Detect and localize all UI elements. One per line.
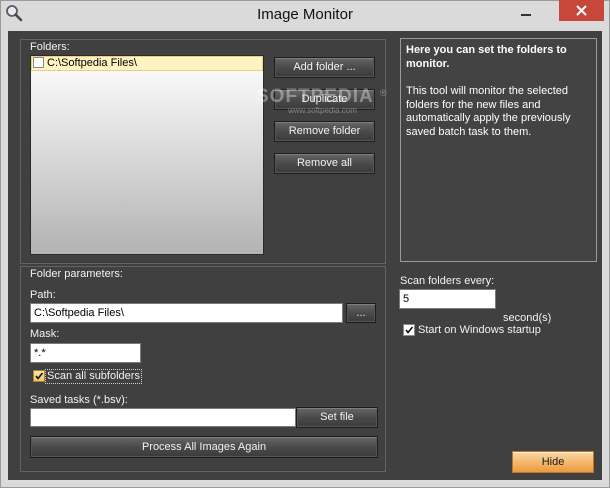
path-label: Path: xyxy=(30,289,56,301)
browse-button[interactable]: ... xyxy=(346,303,376,323)
folder-parameters-label: Folder parameters: xyxy=(30,268,123,280)
startup-checkbox[interactable] xyxy=(403,324,415,336)
help-panel: Here you can set the folders to monitor.… xyxy=(400,38,597,262)
add-folder-button[interactable]: Add folder ... xyxy=(274,57,375,78)
folder-list[interactable]: C:\Softpedia Files\ xyxy=(30,55,264,255)
minimize-button[interactable] xyxy=(512,1,540,21)
remove-folder-button[interactable]: Remove folder xyxy=(274,121,375,142)
path-input[interactable]: C:\Softpedia Files\ xyxy=(30,303,343,323)
process-all-images-button[interactable]: Process All Images Again xyxy=(30,436,378,458)
folder-parameters-group: Folder parameters: Path: C:\Softpedia Fi… xyxy=(20,266,386,472)
checkmark-icon xyxy=(405,326,414,334)
hide-button[interactable]: Hide xyxy=(512,451,594,473)
saved-tasks-input[interactable] xyxy=(30,408,296,427)
folder-item-checkbox[interactable] xyxy=(33,57,44,68)
folder-item-path: C:\Softpedia Files\ xyxy=(47,57,137,69)
help-heading: Here you can set the folders to monitor. xyxy=(406,44,567,70)
checkmark-icon xyxy=(35,372,44,380)
remove-all-button[interactable]: Remove all xyxy=(274,153,375,174)
scan-interval-input[interactable]: 5 xyxy=(399,289,496,309)
saved-tasks-label: Saved tasks (*.bsv): xyxy=(30,394,128,406)
folders-group: Folders: C:\Softpedia Files\ Add folder … xyxy=(20,39,386,264)
close-button[interactable] xyxy=(559,0,604,21)
minimize-icon xyxy=(521,14,531,16)
scan-subfolders-checkbox[interactable] xyxy=(33,370,45,382)
startup-checkbox-label[interactable]: Start on Windows startup xyxy=(418,323,541,337)
list-item[interactable]: C:\Softpedia Files\ xyxy=(31,56,263,71)
title-bar[interactable]: Image Monitor xyxy=(0,0,610,31)
mask-label: Mask: xyxy=(30,328,60,340)
scan-interval-label: Scan folders every: xyxy=(400,275,495,287)
duplicate-button[interactable]: Duplicate xyxy=(274,89,375,110)
mask-input[interactable]: *.* xyxy=(30,343,141,363)
close-icon xyxy=(576,5,587,16)
set-file-button[interactable]: Set file xyxy=(296,407,378,428)
scan-subfolders-label[interactable]: Scan all subfolders xyxy=(45,369,142,384)
image-monitor-window: Image Monitor Folders: C:\Softpedia File… xyxy=(0,0,610,488)
folders-label: Folders: xyxy=(30,41,70,53)
help-text: This tool will monitor the selected fold… xyxy=(406,85,571,138)
